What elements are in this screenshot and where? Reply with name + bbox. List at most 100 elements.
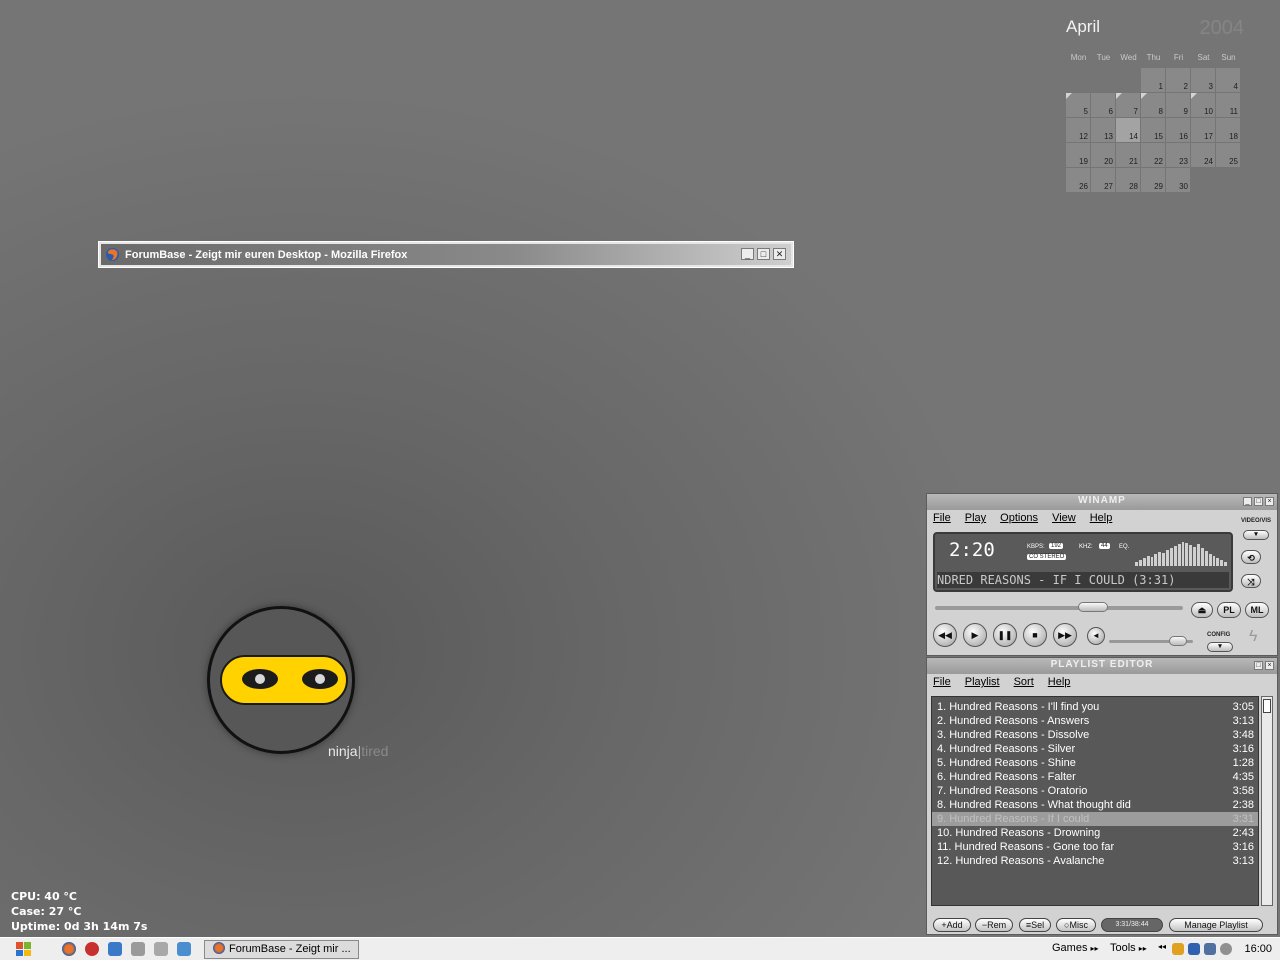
video-vis-toggle[interactable]: ▾	[1243, 530, 1269, 540]
winamp-menu-file[interactable]: File	[933, 512, 951, 524]
playlist-row[interactable]: 1. Hundred Reasons - I'll find you 3:05	[932, 700, 1258, 714]
remove-button[interactable]: −Rem	[975, 918, 1013, 932]
playlist-titlebar[interactable]: PLAYLIST EDITOR □ ×	[927, 658, 1277, 674]
manage-playlist-button[interactable]: Manage Playlist	[1169, 918, 1263, 932]
media-quicklaunch-icon[interactable]	[85, 942, 99, 956]
playlist-row[interactable]: 3. Hundred Reasons - Dissolve 3:48	[932, 728, 1258, 742]
config-button[interactable]: ▾	[1207, 642, 1233, 652]
playlist-row[interactable]: 8. Hundred Reasons - What thought did 2:3…	[932, 798, 1258, 812]
calendar-day[interactable]: 5	[1066, 93, 1090, 117]
calendar-day[interactable]: 3	[1191, 68, 1215, 92]
tray-icon-4[interactable]	[1220, 943, 1232, 955]
eject-button[interactable]: ⏏	[1191, 602, 1213, 618]
tray-expand-icon[interactable]: ◂◂	[1158, 942, 1166, 951]
playlist-menu-file[interactable]: File	[933, 676, 951, 688]
firefox-window[interactable]: ForumBase - Zeigt mir euren Desktop - Mo…	[98, 241, 794, 268]
calendar-day[interactable]: 16	[1166, 118, 1190, 142]
playlist-shade-button[interactable]: □	[1254, 661, 1263, 670]
calendar-day[interactable]: 19	[1066, 143, 1090, 167]
calendar-day[interactable]: 8	[1141, 93, 1165, 117]
computer-quicklaunch-icon[interactable]	[131, 942, 145, 956]
volume-thumb[interactable]	[1168, 636, 1187, 646]
calendar-day[interactable]: 23	[1166, 143, 1190, 167]
winamp-shade-button[interactable]: □	[1254, 497, 1263, 506]
calendar-day[interactable]: 29	[1141, 168, 1165, 192]
playlist-scrollbar[interactable]	[1261, 696, 1273, 906]
playlist-row[interactable]: 10. Hundred Reasons - Drowning 2:43	[932, 826, 1258, 840]
winamp-close-button[interactable]: ×	[1265, 497, 1274, 506]
playlist-toggle-button[interactable]: PL	[1217, 602, 1241, 618]
calendar-day[interactable]: 25	[1216, 143, 1240, 167]
winamp-menu-play[interactable]: Play	[965, 512, 986, 524]
playlist-row[interactable]: 7. Hundred Reasons - Oratorio 3:58	[932, 784, 1258, 798]
maximize-button[interactable]: □	[757, 248, 770, 260]
firefox-titlebar[interactable]: ForumBase - Zeigt mir euren Desktop - Mo…	[101, 244, 791, 265]
next-button[interactable]: ▶▶	[1053, 623, 1077, 647]
playlist-row[interactable]: 9. Hundred Reasons - If I could 3:31	[932, 812, 1258, 826]
playlist-row[interactable]: 4. Hundred Reasons - Silver 3:16	[932, 742, 1258, 756]
speaker-icon[interactable]: ◄	[1087, 627, 1105, 645]
messenger-quicklaunch-icon[interactable]	[177, 942, 191, 956]
calendar-day[interactable]: 7	[1116, 93, 1140, 117]
playlist-scroll-thumb[interactable]	[1263, 699, 1271, 713]
winamp-main-window[interactable]: WINAMP _ □ × File Play Options View Help VID…	[926, 493, 1278, 656]
taskbar-button-firefox[interactable]: ForumBase - Zeigt mir ...	[204, 940, 359, 959]
tray-icon-3[interactable]	[1204, 943, 1216, 955]
calendar-day[interactable]: 24	[1191, 143, 1215, 167]
misc-button[interactable]: ○Misc	[1056, 918, 1096, 932]
playlist-menu-playlist[interactable]: Playlist	[965, 676, 1000, 688]
pause-button[interactable]: ❚❚	[993, 623, 1017, 647]
playlist-row[interactable]: 2. Hundred Reasons - Answers 3:13	[932, 714, 1258, 728]
winamp-minimize-button[interactable]: _	[1243, 497, 1252, 506]
network-quicklaunch-icon[interactable]	[154, 942, 168, 956]
tools-toolbar[interactable]: Tools ▸▸	[1110, 942, 1147, 954]
calendar-day[interactable]: 30	[1166, 168, 1190, 192]
games-toolbar[interactable]: Games ▸▸	[1052, 942, 1099, 954]
start-button[interactable]	[16, 942, 31, 956]
playlist-tracks[interactable]: 1. Hundred Reasons - I'll find you 3:05 2.…	[931, 696, 1259, 906]
playlist-close-button[interactable]: ×	[1265, 661, 1274, 670]
tray-icon-2[interactable]	[1188, 943, 1200, 955]
calendar-day[interactable]: 6	[1091, 93, 1115, 117]
calendar-day[interactable]: 14	[1116, 118, 1140, 142]
calendar-day[interactable]: 12	[1066, 118, 1090, 142]
winamp-menu-help[interactable]: Help	[1090, 512, 1113, 524]
select-button[interactable]: ≡Sel	[1019, 918, 1051, 932]
seek-bar[interactable]	[935, 606, 1183, 610]
calendar-day[interactable]: 20	[1091, 143, 1115, 167]
calendar-day[interactable]: 28	[1116, 168, 1140, 192]
playlist-row[interactable]: 5. Hundred Reasons - Shine 1:28	[932, 756, 1258, 770]
minimize-button[interactable]: _	[741, 248, 754, 260]
playlist-row[interactable]: 6. Hundred Reasons - Falter 4:35	[932, 770, 1258, 784]
repeat-toggle[interactable]: ⟲	[1241, 550, 1261, 564]
playlist-editor[interactable]: PLAYLIST EDITOR □ × File Playlist Sort Help…	[926, 657, 1278, 935]
playlist-menu-help[interactable]: Help	[1048, 676, 1071, 688]
calendar-day[interactable]: 13	[1091, 118, 1115, 142]
playlist-menu-sort[interactable]: Sort	[1014, 676, 1034, 688]
winamp-menu-view[interactable]: View	[1052, 512, 1076, 524]
media-library-button[interactable]: ML	[1245, 602, 1269, 618]
calendar-day[interactable]: 18	[1216, 118, 1240, 142]
ie-quicklaunch-icon[interactable]	[108, 942, 122, 956]
seek-bar-thumb[interactable]	[1077, 602, 1108, 612]
firefox-quicklaunch-icon[interactable]	[62, 942, 76, 956]
calendar-day[interactable]: 4	[1216, 68, 1240, 92]
calendar-day[interactable]: 22	[1141, 143, 1165, 167]
calendar-day[interactable]: 26	[1066, 168, 1090, 192]
winamp-menu-options[interactable]: Options	[1000, 512, 1038, 524]
calendar-day[interactable]: 10	[1191, 93, 1215, 117]
calendar-day[interactable]: 15	[1141, 118, 1165, 142]
calendar-day[interactable]: 21	[1116, 143, 1140, 167]
calendar-day[interactable]: 17	[1191, 118, 1215, 142]
calendar-day[interactable]: 1	[1141, 68, 1165, 92]
play-button[interactable]: ▶	[963, 623, 987, 647]
calendar-day[interactable]: 2	[1166, 68, 1190, 92]
previous-button[interactable]: ◀◀	[933, 623, 957, 647]
add-button[interactable]: +Add	[933, 918, 971, 932]
tray-icon-1[interactable]	[1172, 943, 1184, 955]
stop-button[interactable]: ■	[1023, 623, 1047, 647]
close-button[interactable]: ✕	[773, 248, 786, 260]
calendar-day[interactable]: 9	[1166, 93, 1190, 117]
shuffle-toggle[interactable]: ⤨	[1241, 574, 1261, 588]
calendar-day[interactable]: 27	[1091, 168, 1115, 192]
